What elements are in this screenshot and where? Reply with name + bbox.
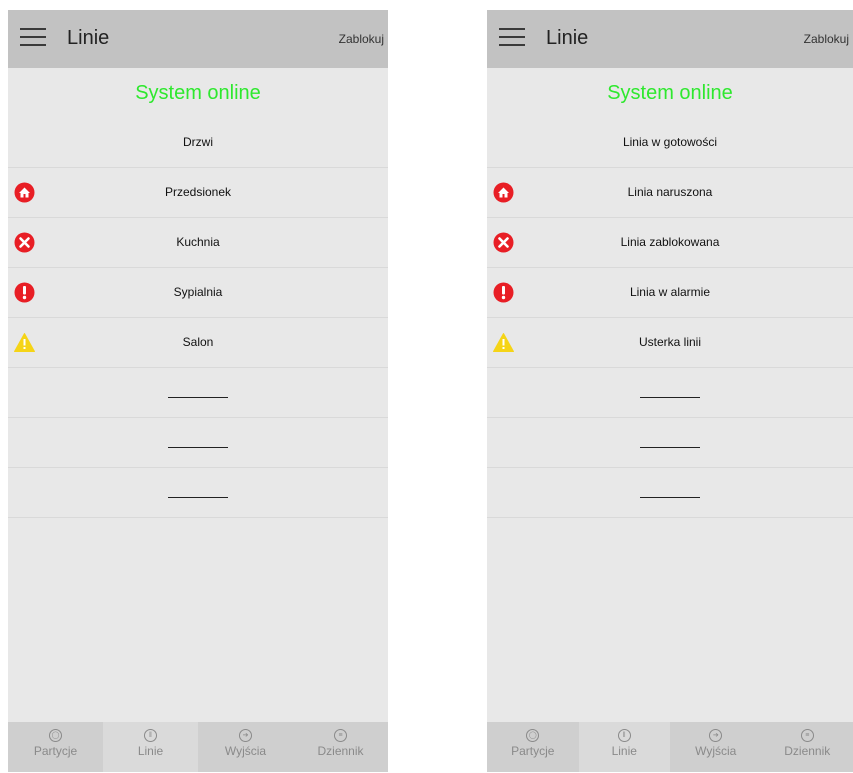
nav-wyjscia[interactable]: ➔ Wyjścia [670, 722, 762, 772]
nav-label: Wyjścia [224, 744, 267, 758]
app-header: Linie Zablokuj [487, 10, 853, 68]
bottom-navigation: ◯ Partycje ǁ Linie ➔ Wyjścia ≡ Dziennik [487, 722, 853, 772]
row-label: Linia w gotowości [622, 135, 718, 149]
nav-label: Linie [611, 744, 637, 758]
lines-list: Linia w gotowości Linia naruszona Linia … [487, 118, 853, 518]
empty-slot-line [640, 447, 700, 448]
partition-icon: ◯ [49, 729, 62, 742]
phone-screen-left: Linie Zablokuj System online Drzwi Przed… [8, 10, 388, 772]
system-status: System online [135, 82, 261, 104]
list-item[interactable]: Usterka linii [487, 318, 853, 368]
list-item[interactable]: Sypialnia [8, 268, 388, 318]
system-status: System online [607, 82, 733, 104]
lines-icon: ǁ [617, 729, 631, 742]
outputs-icon: ➔ [709, 729, 723, 742]
row-label: Linia zablokowana [620, 235, 720, 249]
list-item[interactable] [487, 468, 853, 518]
nav-label: Linie [137, 744, 164, 758]
list-item[interactable]: Przedsionek [8, 168, 388, 218]
hamburger-menu-icon[interactable] [20, 27, 46, 49]
nav-dziennik[interactable]: ≡ Dziennik [293, 722, 388, 772]
nav-label: Dziennik [784, 744, 831, 758]
row-label: Drzwi [183, 135, 213, 149]
nav-label: Dziennik [317, 744, 364, 758]
nav-wyjscia[interactable]: ➔ Wyjścia [198, 722, 293, 772]
list-item[interactable] [8, 368, 388, 418]
nav-partycje[interactable]: ◯ Partycje [487, 722, 579, 772]
list-item[interactable] [8, 418, 388, 468]
row-label: Przedsionek [164, 185, 232, 199]
list-item[interactable]: Linia w alarmie [487, 268, 853, 318]
partition-icon: ◯ [526, 729, 540, 742]
bottom-navigation: ◯ Partycje ǁ Linie ➔ Wyjścia ≡ Dziennik [8, 722, 388, 772]
list-item[interactable]: Kuchnia [8, 218, 388, 268]
phone-screen-right: Linie Zablokuj System online Linia w got… [487, 10, 853, 772]
row-label: Linia w alarmie [629, 285, 711, 299]
list-item[interactable] [8, 468, 388, 518]
hamburger-menu-icon[interactable] [499, 27, 525, 49]
log-icon: ≡ [334, 729, 347, 742]
list-item[interactable] [487, 418, 853, 468]
outputs-icon: ➔ [239, 729, 252, 742]
empty-slot-line [168, 497, 228, 498]
nav-linie[interactable]: ǁ Linie [103, 722, 198, 772]
row-label: Sypialnia [173, 285, 223, 299]
lines-icon: ǁ [144, 729, 157, 742]
list-item[interactable]: Linia naruszona [487, 168, 853, 218]
row-label: Linia naruszona [627, 185, 713, 199]
nav-linie[interactable]: ǁ Linie [578, 722, 670, 772]
list-item[interactable] [487, 368, 853, 418]
nav-partycje[interactable]: ◯ Partycje [8, 722, 103, 772]
row-label: Kuchnia [176, 235, 220, 249]
lines-list: Drzwi Przedsionek Kuchnia Sypialnia Salo… [8, 118, 388, 518]
lock-button[interactable]: Zablokuj [804, 32, 849, 46]
empty-slot-line [640, 397, 700, 398]
empty-slot-line [168, 397, 228, 398]
nav-label: Wyjścia [695, 744, 737, 758]
row-label: Salon [182, 335, 214, 349]
page-title: Linie [546, 27, 589, 49]
nav-label: Partycje [33, 744, 78, 758]
nav-label: Partycje [511, 744, 555, 758]
lock-button[interactable]: Zablokuj [339, 32, 384, 46]
list-item[interactable]: Salon [8, 318, 388, 368]
page-title: Linie [67, 27, 110, 49]
empty-slot-line [640, 497, 700, 498]
nav-dziennik[interactable]: ≡ Dziennik [762, 722, 853, 772]
row-label: Usterka linii [638, 335, 701, 349]
log-icon: ≡ [800, 729, 814, 742]
app-header: Linie Zablokuj [8, 10, 388, 68]
list-item[interactable]: Linia w gotowości [487, 118, 853, 168]
empty-slot-line [168, 447, 228, 448]
list-item[interactable]: Drzwi [8, 118, 388, 168]
list-item[interactable]: Linia zablokowana [487, 218, 853, 268]
